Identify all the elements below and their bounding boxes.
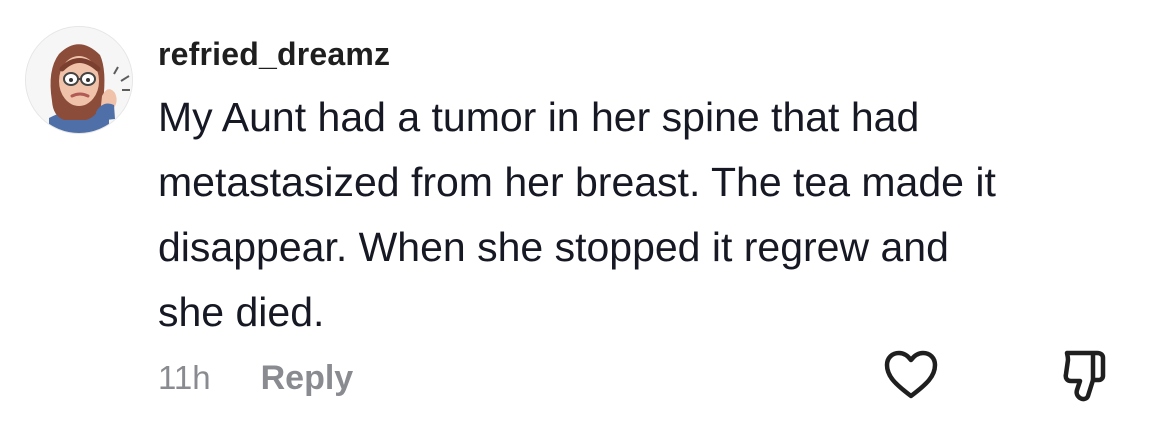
comment-item: refried_dreamz My Aunt had a tumor in he… <box>0 0 1159 435</box>
dislike-button[interactable] <box>1050 338 1120 408</box>
comment-text-line: metastasized from her breast. The tea ma… <box>158 159 996 205</box>
like-button[interactable] <box>876 338 946 408</box>
avatar[interactable] <box>25 26 133 134</box>
comment-text-line: disappear. When she stopped it regrew an… <box>158 224 949 270</box>
comment-text-line: My Aunt had a tumor in her spine that ha… <box>158 94 920 140</box>
heart-icon <box>884 350 938 399</box>
comment-username[interactable]: refried_dreamz <box>158 32 390 76</box>
comment-timestamp: 11h <box>158 359 211 396</box>
memoji-avatar-icon <box>26 27 132 133</box>
comment-meta: 11h Reply <box>158 352 353 404</box>
reply-button[interactable]: Reply <box>261 352 354 404</box>
comment-text-line: she died. <box>158 289 325 335</box>
thumbs-down-icon <box>1063 350 1106 402</box>
comment-text: My Aunt had a tumor in her spine that ha… <box>158 85 1138 345</box>
